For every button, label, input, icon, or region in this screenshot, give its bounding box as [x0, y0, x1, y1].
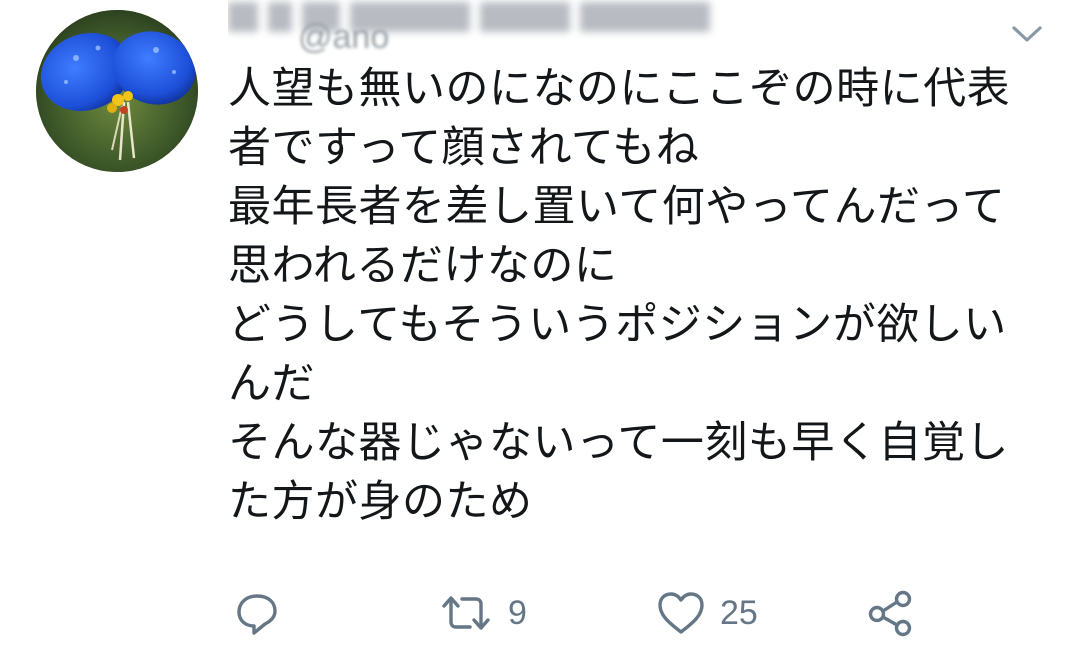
like-count: 25	[720, 593, 758, 632]
chevron-down-icon	[1012, 26, 1042, 42]
tweet-actions: 9 25	[230, 583, 950, 643]
avatar[interactable]	[36, 10, 198, 172]
share-icon	[868, 590, 912, 637]
share-button[interactable]	[866, 583, 928, 643]
author-handle: @ano	[298, 18, 390, 56]
reply-button[interactable]	[234, 583, 294, 643]
tweet-header[interactable]: @ano	[228, 0, 848, 56]
tweet-line: 人望も無いのになのにここぞの時に代表	[228, 64, 1011, 114]
like-button[interactable]: 25	[656, 583, 758, 643]
tweet-line: そんな器じゃないって一刻も早く自覚し	[228, 418, 1009, 468]
tweet-body: 人望も無いのになのにここぞの時に代表 者ですって顔されてもね 最年長者を差し置い…	[228, 60, 1048, 532]
tweet-line: どうしてもそういうポジションが欲しい	[228, 300, 1007, 350]
tweet-line: んだ	[228, 359, 315, 409]
retweet-button[interactable]: 9	[438, 583, 527, 643]
retweet-count: 9	[508, 593, 527, 632]
retweet-icon	[442, 596, 490, 630]
tweet-menu-button[interactable]	[1010, 22, 1044, 46]
reply-icon	[237, 594, 277, 635]
tweet-line: 最年長者を差し置いて何やってんだって	[228, 182, 1006, 232]
tweet-line: 者ですって顔されてもね	[228, 123, 700, 173]
blue-flower-avatar	[36, 10, 198, 172]
tweet-line: た方が身のため	[228, 477, 533, 527]
tweet-line: 思われるだけなのに	[228, 241, 618, 291]
heart-icon	[658, 592, 704, 634]
